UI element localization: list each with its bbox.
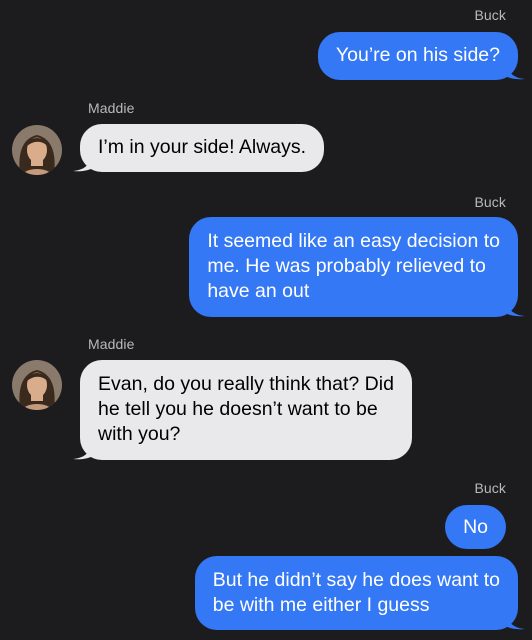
message-text-line: with you?	[98, 423, 181, 445]
message-text-line: It seemed like an easy decision to	[207, 230, 500, 252]
message-bubble-outgoing[interactable]: But he didn’t say he does want to be wit…	[194, 556, 525, 630]
message-bubble-outgoing[interactable]: No	[445, 505, 506, 549]
message-text-line: me. He was probably relieved to	[207, 255, 486, 277]
contact-avatar[interactable]	[12, 360, 62, 410]
message-text-line: I’m in your side! Always.	[98, 136, 307, 158]
message-text-line: You’re on his side?	[335, 44, 500, 66]
bubble-tail-icon	[73, 440, 93, 460]
bubble-tail-icon	[505, 60, 525, 80]
message-bubble-incoming[interactable]: Evan, do you really think that? Did he t…	[73, 360, 412, 460]
bubble-tail-icon	[505, 610, 525, 630]
sender-name-maddie: Maddie	[88, 100, 135, 116]
message-bubble-outgoing[interactable]: It seemed like an easy decision to me. H…	[189, 217, 525, 317]
message-text-line: be with me either I guess	[212, 594, 430, 616]
contact-photo-icon	[12, 125, 62, 175]
sender-name-maddie: Maddie	[88, 336, 135, 352]
message-bubble-outgoing[interactable]: You’re on his side?	[317, 32, 525, 80]
sender-name-buck: Buck	[474, 194, 506, 210]
message-text-line: he tell you he doesn’t want to be	[98, 398, 378, 420]
contact-avatar[interactable]	[12, 125, 62, 175]
message-text-line: No	[463, 516, 488, 538]
sender-name-buck: Buck	[474, 480, 506, 496]
message-text-line: have an out	[207, 280, 310, 302]
message-text-line: Evan, do you really think that? Did	[98, 373, 394, 395]
sender-name-buck: Buck	[474, 7, 506, 23]
message-bubble-incoming[interactable]: I’m in your side! Always.	[73, 124, 325, 172]
contact-photo-icon	[12, 360, 62, 410]
bubble-tail-icon	[505, 297, 525, 317]
message-text-line: But he didn’t say he does want to	[212, 569, 500, 591]
bubble-tail-icon	[73, 152, 93, 172]
